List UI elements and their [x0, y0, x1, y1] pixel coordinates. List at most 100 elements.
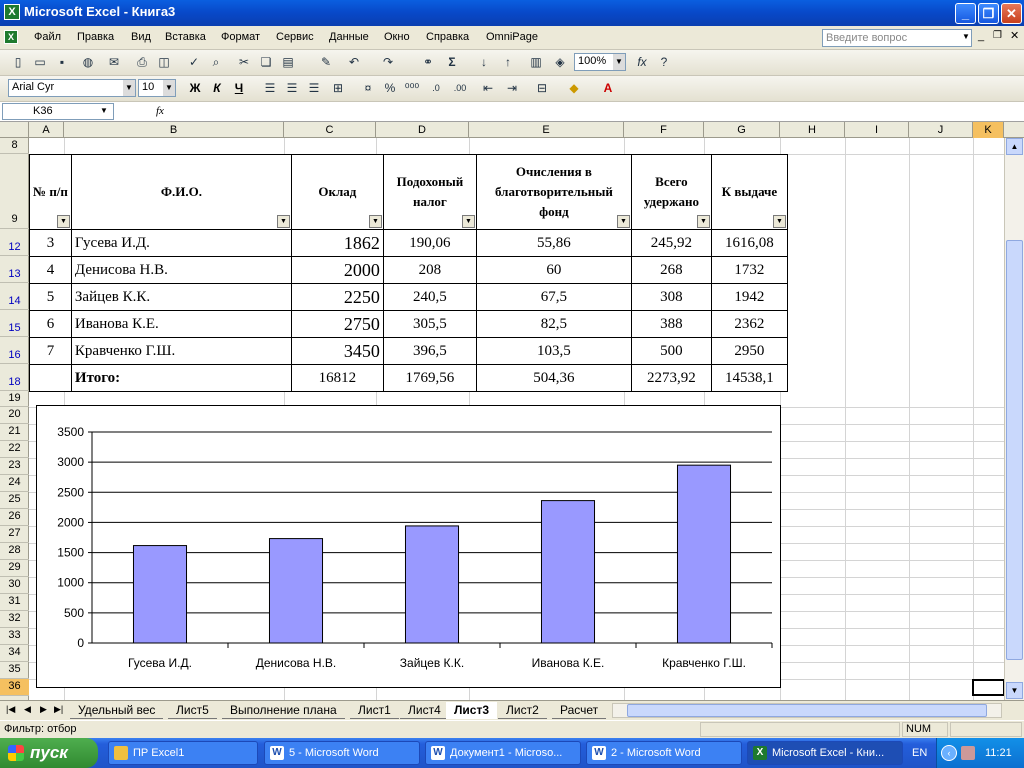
cell-name[interactable]: Зайцев К.К. — [70, 283, 292, 311]
align-center-icon[interactable]: ☰ — [284, 80, 300, 96]
sheet-tab[interactable]: Расчет — [552, 702, 607, 719]
cell-payout[interactable]: 1732 — [710, 256, 788, 284]
sort-desc-icon[interactable]: ↑ — [500, 54, 516, 70]
row-header[interactable]: 19 — [0, 391, 29, 407]
payout-chart[interactable]: 0 500 1000 1500 2000 2500 3000 3500 Гусева И.Д. Д… — [36, 405, 781, 688]
percent-icon[interactable]: % — [382, 80, 398, 96]
col-header-j[interactable]: J — [909, 122, 973, 138]
cell-payout[interactable]: 1942 — [710, 283, 788, 311]
row-header[interactable]: 36 — [0, 679, 29, 696]
underline-button[interactable]: Ч — [230, 79, 248, 97]
cell-salary[interactable]: 2250 — [290, 283, 384, 311]
col-header-h[interactable]: H — [780, 122, 845, 138]
cell-name[interactable]: Денисова Н.В. — [70, 256, 292, 284]
next-sheet-icon[interactable]: ▶ — [40, 704, 47, 715]
paste-icon[interactable]: ▤ — [280, 54, 296, 70]
row-header[interactable]: 27 — [0, 526, 29, 543]
row-header[interactable]: 25 — [0, 492, 29, 509]
menu-tools[interactable]: Сервис — [276, 31, 314, 43]
task-word-2[interactable]: W 2 - Microsoft Word — [586, 741, 742, 765]
row-header[interactable]: 12 — [0, 229, 29, 256]
font-size-select[interactable]: 10 ▼ — [138, 79, 176, 97]
col-header-g[interactable]: G — [704, 122, 780, 138]
last-sheet-icon[interactable]: ▶| — [54, 704, 63, 715]
increase-indent-icon[interactable]: ⇥ — [504, 80, 520, 96]
hscroll-thumb[interactable] — [627, 704, 987, 717]
menu-view[interactable]: Вид — [131, 31, 151, 43]
menu-file[interactable]: Файл — [34, 31, 61, 43]
total-withheld[interactable]: 2273,92 — [630, 364, 712, 392]
currency-icon[interactable]: ¤ — [360, 80, 376, 96]
name-box[interactable]: K36 — [2, 103, 114, 120]
cell-withheld[interactable]: 308 — [630, 283, 712, 311]
menu-omnipage[interactable]: OmniPage — [486, 31, 538, 43]
row-header[interactable]: 26 — [0, 509, 29, 526]
menu-data[interactable]: Данные — [329, 31, 369, 43]
row-header[interactable]: 20 — [0, 407, 29, 424]
borders-icon[interactable]: ⊟ — [534, 80, 550, 96]
cell-fund[interactable]: 103,5 — [475, 337, 632, 365]
excel-icon[interactable]: X — [4, 4, 20, 20]
new-icon[interactable]: ▯ — [10, 54, 26, 70]
cell-fund[interactable]: 67,5 — [475, 283, 632, 311]
scroll-up-icon[interactable]: ▲ — [1006, 138, 1023, 155]
cell-num[interactable] — [29, 364, 72, 392]
permission-icon[interactable]: ◍ — [80, 54, 96, 70]
align-right-icon[interactable]: ☰ — [306, 80, 322, 96]
total-salary[interactable]: 16812 — [290, 364, 384, 392]
drawing-icon[interactable]: ◈ — [552, 54, 568, 70]
task-word-doc1[interactable]: W Документ1 - Microso... — [425, 741, 581, 765]
col-header-b[interactable]: B — [64, 122, 284, 138]
total-fund[interactable]: 504,36 — [475, 364, 632, 392]
zoom-dropdown-icon[interactable]: ▼ — [613, 54, 625, 70]
scroll-thumb[interactable] — [1006, 240, 1023, 660]
row-header[interactable]: 15 — [0, 310, 29, 337]
row-header[interactable]: 18 — [0, 364, 29, 391]
first-sheet-icon[interactable]: |◀ — [6, 704, 15, 715]
zoom-select[interactable]: 100% ▼ — [574, 53, 626, 71]
sheet-tab[interactable]: Выполнение плана — [222, 702, 345, 719]
row-header[interactable]: 8 — [0, 138, 29, 154]
merge-icon[interactable]: ⊞ — [330, 80, 346, 96]
cell-withheld[interactable]: 500 — [630, 337, 712, 365]
col-header-e[interactable]: E — [469, 122, 624, 138]
doc-minimize-icon[interactable]: _ — [978, 30, 984, 42]
size-dropdown-icon[interactable]: ▼ — [163, 80, 175, 96]
total-label[interactable]: Итого: — [70, 364, 292, 392]
cell-tax[interactable]: 396,5 — [382, 337, 477, 365]
cell-num[interactable]: 5 — [29, 283, 72, 311]
formula-input[interactable] — [176, 103, 1022, 120]
row-header[interactable]: 22 — [0, 441, 29, 458]
align-left-icon[interactable]: ☰ — [262, 80, 278, 96]
cell-payout[interactable]: 2362 — [710, 310, 788, 338]
restore-button[interactable]: ❐ — [978, 3, 999, 24]
vertical-scrollbar[interactable]: ▲ ▼ — [1004, 138, 1024, 700]
cell-tax[interactable]: 240,5 — [382, 283, 477, 311]
active-cell[interactable] — [972, 679, 1004, 696]
save-icon[interactable]: ▪ — [54, 54, 70, 70]
menu-insert[interactable]: Вставка — [165, 31, 206, 43]
font-color-icon[interactable]: A — [600, 80, 616, 96]
namebox-dropdown-icon[interactable]: ▼ — [100, 106, 108, 115]
row-header[interactable]: 31 — [0, 594, 29, 611]
cell-tax[interactable]: 208 — [382, 256, 477, 284]
row-header[interactable]: 29 — [0, 560, 29, 577]
total-tax[interactable]: 1769,56 — [382, 364, 477, 392]
row-header[interactable]: 34 — [0, 645, 29, 662]
preview-icon[interactable]: ◫ — [156, 54, 172, 70]
help-icon[interactable]: ? — [656, 54, 672, 70]
row-header[interactable]: 32 — [0, 611, 29, 628]
sheet-tab[interactable]: Лист4 — [400, 702, 449, 719]
tray-app-icon[interactable] — [961, 746, 975, 760]
filter-dropdown-icon[interactable]: ▼ — [772, 215, 786, 228]
filter-dropdown-icon[interactable]: ▼ — [616, 215, 630, 228]
open-icon[interactable]: ▭ — [32, 54, 48, 70]
font-dropdown-icon[interactable]: ▼ — [123, 80, 135, 96]
cell-withheld[interactable]: 388 — [630, 310, 712, 338]
fx-icon[interactable]: fx — [634, 54, 650, 70]
start-button[interactable]: пуск — [0, 738, 98, 768]
bold-button[interactable]: Ж — [186, 79, 204, 97]
menu-format[interactable]: Формат — [221, 31, 260, 43]
cell-num[interactable]: 4 — [29, 256, 72, 284]
col-header-k[interactable]: K — [973, 122, 1004, 138]
